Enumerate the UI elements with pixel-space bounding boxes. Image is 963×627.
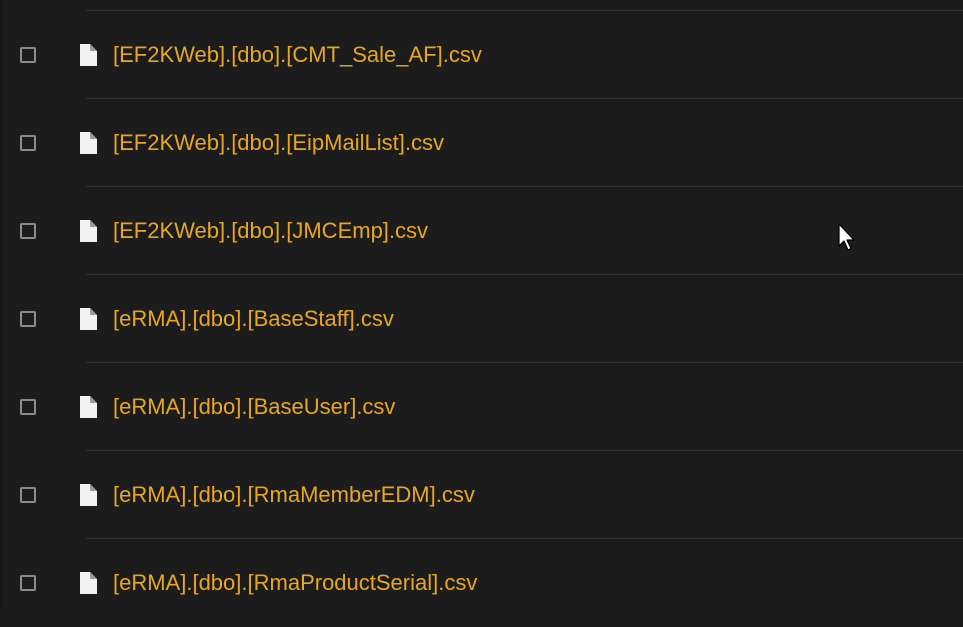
file-icon — [80, 44, 97, 66]
file-row: [eRMA].[dbo].[RmaMemberEDM].csv — [0, 451, 963, 539]
file-icon — [80, 572, 97, 594]
row-checkbox[interactable] — [20, 487, 36, 503]
file-row: [eRMA].[dbo].[BaseStaff].csv — [0, 275, 963, 363]
file-name-link[interactable]: [EF2KWeb].[dbo].[JMCEmp].csv — [113, 217, 428, 245]
row-checkbox[interactable] — [20, 575, 36, 591]
row-checkbox[interactable] — [20, 311, 36, 327]
file-name-link[interactable]: [EF2KWeb].[dbo].[EipMailList].csv — [113, 129, 444, 157]
file-name-link[interactable]: [eRMA].[dbo].[RmaProductSerial].csv — [113, 569, 477, 597]
row-checkbox[interactable] — [20, 135, 36, 151]
file-icon — [80, 308, 97, 330]
file-row: [EF2KWeb].[dbo].[EipMailList].csv — [0, 99, 963, 187]
row-checkbox[interactable] — [20, 399, 36, 415]
file-row: [EF2KWeb].[dbo].[JMCEmp].csv — [0, 187, 963, 275]
file-icon — [80, 396, 97, 418]
file-name-link[interactable]: [eRMA].[dbo].[RmaMemberEDM].csv — [113, 481, 475, 509]
file-list: [EF2KWeb].[dbo].[CMT_Sale_AF].csv [EF2KW… — [0, 0, 963, 609]
file-icon — [80, 220, 97, 242]
file-name-link[interactable]: [eRMA].[dbo].[BaseStaff].csv — [113, 305, 394, 333]
file-name-link[interactable]: [EF2KWeb].[dbo].[CMT_Sale_AF].csv — [113, 41, 482, 69]
row-checkbox[interactable] — [20, 47, 36, 63]
file-name-link[interactable]: [eRMA].[dbo].[BaseUser].csv — [113, 393, 395, 421]
row-checkbox[interactable] — [20, 223, 36, 239]
file-row: [EF2KWeb].[dbo].[CMT_Sale_AF].csv — [0, 11, 963, 99]
file-row: [eRMA].[dbo].[BaseUser].csv — [0, 363, 963, 451]
file-row: [eRMA].[dbo].[RmaProductSerial].csv — [0, 539, 963, 627]
file-icon — [80, 132, 97, 154]
file-icon — [80, 484, 97, 506]
